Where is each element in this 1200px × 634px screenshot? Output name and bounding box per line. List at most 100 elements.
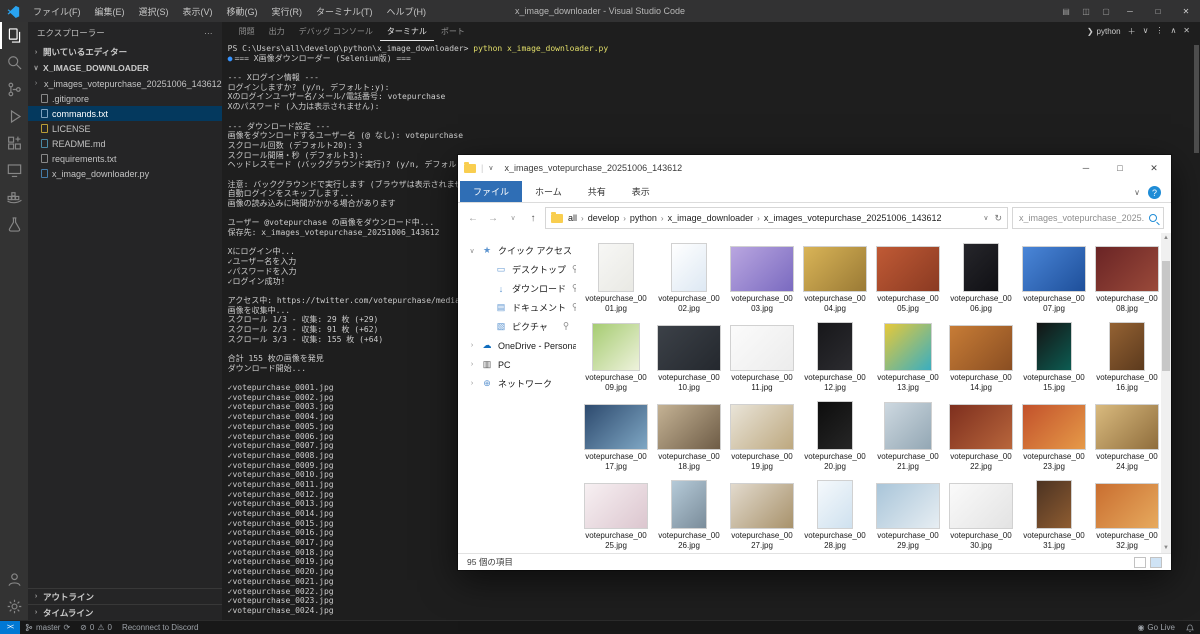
more-actions-icon[interactable]: ⋯ xyxy=(204,28,213,39)
minimize-button[interactable]: ─ xyxy=(1116,0,1144,22)
toggle-sidebar-icon[interactable]: ◫ xyxy=(1076,7,1096,16)
more-icon[interactable]: ⋮ xyxy=(1155,26,1163,37)
file-item[interactable]: votepurchase_0025.jpg xyxy=(580,478,652,550)
outline-section[interactable]: › アウトライン xyxy=(28,588,222,604)
settings-icon[interactable] xyxy=(0,593,28,620)
breadcrumb-segment[interactable]: python xyxy=(630,213,657,223)
forward-icon[interactable]: → xyxy=(485,213,501,224)
menu-item[interactable]: ターミナル(T) xyxy=(309,2,380,21)
tree-item[interactable]: › x_images_votepurchase_20251006_143612 xyxy=(28,76,222,91)
layout-icon[interactable]: ▢ xyxy=(1096,7,1116,16)
ribbon-tab-共有[interactable]: 共有 xyxy=(575,181,619,202)
timeline-section[interactable]: › タイムライン xyxy=(28,604,222,620)
ribbon-tab-ホーム[interactable]: ホーム xyxy=(522,181,575,202)
file-item[interactable]: votepurchase_0016.jpg xyxy=(1091,320,1161,392)
menu-item[interactable]: 実行(R) xyxy=(265,2,310,21)
explorer-titlebar[interactable]: | ∨ x_images_votepurchase_20251006_14361… xyxy=(458,155,1171,181)
ribbon-expand-icon[interactable]: ∨ xyxy=(1134,188,1140,197)
menu-item[interactable]: 編集(E) xyxy=(88,2,132,21)
ribbon-tab-表示[interactable]: 表示 xyxy=(619,181,663,202)
branch-indicator[interactable]: master ⟳ xyxy=(20,623,75,632)
back-icon[interactable]: ← xyxy=(465,213,481,224)
file-item[interactable]: votepurchase_0008.jpg xyxy=(1091,241,1161,313)
panel-tab-デバッグ コンソール[interactable]: デバッグ コンソール xyxy=(292,22,380,41)
tree-item[interactable]: .gitignore xyxy=(28,91,222,106)
menu-item[interactable]: 選択(S) xyxy=(132,2,176,21)
panel-tab-ポート[interactable]: ポート xyxy=(434,22,472,41)
workspace-root[interactable]: ∨ X_IMAGE_DOWNLOADER xyxy=(28,60,222,76)
file-item[interactable]: votepurchase_0020.jpg xyxy=(799,399,871,471)
nav-item-ピクチャ[interactable]: ▧ ピクチャ xyxy=(458,317,576,336)
nav-item-デスクトップ[interactable]: ▭ デスクトップ xyxy=(458,260,576,279)
toggle-panel-icon[interactable]: ▤ xyxy=(1056,7,1076,16)
account-icon[interactable] xyxy=(0,566,28,593)
split-terminal-icon[interactable]: ∨ xyxy=(1143,26,1149,37)
file-item[interactable]: votepurchase_0029.jpg xyxy=(872,478,944,550)
thumbnail-view-icon[interactable] xyxy=(1150,556,1162,568)
explorer-icon[interactable] xyxy=(0,22,28,49)
nav-item-ドキュメント[interactable]: ▤ ドキュメント xyxy=(458,298,576,317)
panel-tab-出力[interactable]: 出力 xyxy=(262,22,292,41)
tree-item[interactable]: README.md xyxy=(28,136,222,151)
maximize-button[interactable]: □ xyxy=(1103,155,1137,181)
run-debug-icon[interactable] xyxy=(0,103,28,130)
ribbon-tab-ファイル[interactable]: ファイル xyxy=(460,181,523,202)
file-item[interactable]: votepurchase_0019.jpg xyxy=(726,399,798,471)
extensions-icon[interactable] xyxy=(0,130,28,157)
file-item[interactable]: votepurchase_0030.jpg xyxy=(945,478,1017,550)
docker-icon[interactable] xyxy=(0,184,28,211)
nav-item-クイック アクセス[interactable]: ∨ ★ クイック アクセス xyxy=(458,241,576,260)
panel-tab-ターミナル[interactable]: ターミナル xyxy=(380,22,434,41)
tree-item[interactable]: LICENSE xyxy=(28,121,222,136)
grid-scrollbar[interactable]: ▲ ▼ xyxy=(1161,233,1171,553)
scroll-up-icon[interactable]: ▲ xyxy=(1161,233,1171,243)
menu-item[interactable]: ヘルプ(H) xyxy=(380,2,434,21)
file-item[interactable]: votepurchase_0006.jpg xyxy=(945,241,1017,313)
tree-item[interactable]: commands.txt xyxy=(28,106,222,121)
file-item[interactable]: votepurchase_0003.jpg xyxy=(726,241,798,313)
file-item[interactable]: votepurchase_0004.jpg xyxy=(799,241,871,313)
file-item[interactable]: votepurchase_0027.jpg xyxy=(726,478,798,550)
file-item[interactable]: votepurchase_0005.jpg xyxy=(872,241,944,313)
nav-item-OneDrive - Personal[interactable]: › ☁ OneDrive - Personal xyxy=(458,336,576,355)
address-dropdown-icon[interactable]: ∨ xyxy=(983,214,988,222)
breadcrumb-segment[interactable]: all xyxy=(568,213,577,223)
quick-access-toolbar-chevron-icon[interactable]: ∨ xyxy=(488,164,493,172)
file-item[interactable]: votepurchase_0009.jpg xyxy=(580,320,652,392)
maximize-button[interactable]: □ xyxy=(1144,0,1172,22)
file-item[interactable]: votepurchase_0018.jpg xyxy=(653,399,725,471)
file-item[interactable]: votepurchase_0002.jpg xyxy=(653,241,725,313)
help-icon[interactable]: ? xyxy=(1148,186,1161,199)
file-item[interactable]: votepurchase_0021.jpg xyxy=(872,399,944,471)
nav-item-ネットワーク[interactable]: › ⊕ ネットワーク xyxy=(458,374,576,393)
breadcrumb-segment[interactable]: x_images_votepurchase_20251006_143612 xyxy=(764,213,942,223)
close-panel-icon[interactable]: ✕ xyxy=(1183,26,1190,37)
file-item[interactable]: votepurchase_0028.jpg xyxy=(799,478,871,550)
refresh-icon[interactable]: ↻ xyxy=(994,213,1002,224)
close-button[interactable]: ✕ xyxy=(1172,0,1200,22)
terminal-scrollbar[interactable] xyxy=(1194,43,1199,618)
file-item[interactable]: votepurchase_0013.jpg xyxy=(872,320,944,392)
go-live-button[interactable]: ◉ Go Live xyxy=(1132,623,1180,632)
remote-indicator[interactable]: >< xyxy=(0,621,20,634)
panel-tab-問題[interactable]: 問題 xyxy=(232,22,262,41)
file-item[interactable]: votepurchase_0007.jpg xyxy=(1018,241,1090,313)
sync-icon[interactable]: ⟳ xyxy=(63,623,70,632)
testing-icon[interactable] xyxy=(0,211,28,238)
nav-item-ダウンロード[interactable]: ↓ ダウンロード xyxy=(458,279,576,298)
file-item[interactable]: votepurchase_0015.jpg xyxy=(1018,320,1090,392)
history-chevron-icon[interactable]: ∨ xyxy=(505,214,521,222)
file-item[interactable]: votepurchase_0017.jpg xyxy=(580,399,652,471)
scrollbar-thumb[interactable] xyxy=(1162,261,1170,371)
up-icon[interactable]: ↑ xyxy=(525,213,541,224)
close-button[interactable]: ✕ xyxy=(1137,155,1171,181)
file-item[interactable]: votepurchase_0026.jpg xyxy=(653,478,725,550)
menu-item[interactable]: 移動(G) xyxy=(220,2,265,21)
menu-item[interactable]: ファイル(F) xyxy=(26,2,88,21)
address-bar[interactable]: all › develop › python › x_image_downloader › x_… xyxy=(545,207,1008,229)
file-item[interactable]: votepurchase_0010.jpg xyxy=(653,320,725,392)
file-item[interactable]: votepurchase_0014.jpg xyxy=(945,320,1017,392)
file-item[interactable]: votepurchase_0023.jpg xyxy=(1018,399,1090,471)
file-item[interactable]: votepurchase_0024.jpg xyxy=(1091,399,1161,471)
shell-indicator[interactable]: ❯ python xyxy=(1087,27,1121,36)
